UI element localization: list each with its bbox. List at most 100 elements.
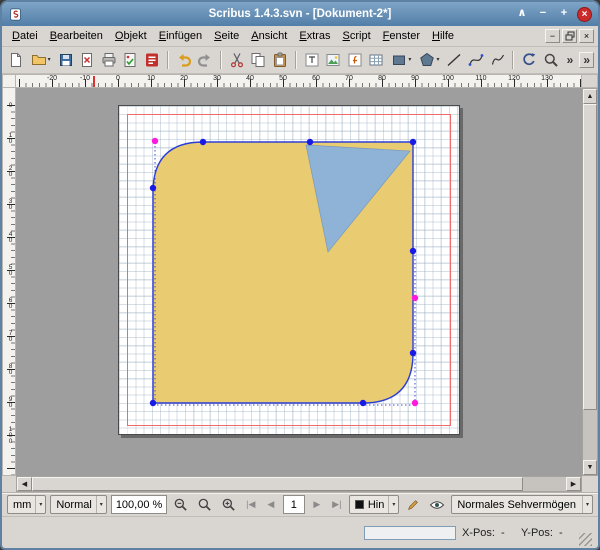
bezier-curve-icon <box>468 52 484 68</box>
vertical-ruler[interactable]: 0 10 20 30 40 50 60 70 80 90 100 <box>2 88 16 476</box>
unit-value: mm <box>13 499 31 511</box>
redo-button[interactable] <box>195 50 215 71</box>
copy-button[interactable] <box>249 50 269 71</box>
vision-mode-combobox[interactable]: Normales Sehvermögen ▾ <box>451 495 593 514</box>
control-point-handle[interactable] <box>152 138 158 144</box>
paste-button[interactable] <box>270 50 290 71</box>
node-handle[interactable] <box>307 139 313 145</box>
node-handle[interactable] <box>410 139 416 145</box>
menu-extras[interactable]: Extras <box>293 28 336 44</box>
unit-combobox[interactable]: mm ▾ <box>7 495 46 514</box>
ruler-corner[interactable] <box>2 74 16 88</box>
node-handle[interactable] <box>200 139 206 145</box>
scroll-down-button[interactable]: ▼ <box>583 460 597 475</box>
scroll-up-button[interactable]: ▲ <box>583 89 597 104</box>
dropdown-caret-icon: ▾ <box>582 496 589 513</box>
save-icon <box>58 52 74 68</box>
vertical-scroll-track[interactable] <box>583 104 597 460</box>
menu-objekt[interactable]: Objekt <box>109 28 153 44</box>
preflight-verifier-button[interactable] <box>121 50 141 71</box>
close-document-button[interactable] <box>77 50 97 71</box>
vertical-scroll-thumb[interactable] <box>583 104 597 410</box>
insert-freehand-button[interactable] <box>488 50 508 71</box>
window-menu-icon[interactable] <box>8 7 23 22</box>
dropdown-caret-icon: ▾ <box>408 57 411 63</box>
first-page-button[interactable]: |◀ <box>243 496 259 514</box>
layer-combobox[interactable]: Hin ▾ <box>349 495 400 514</box>
shade-button[interactable]: ∧ <box>514 6 530 22</box>
cut-button[interactable] <box>227 50 247 71</box>
insert-text-frame-button[interactable] <box>302 50 322 71</box>
v-ruler-label: 100 <box>4 426 14 444</box>
insert-table-button[interactable] <box>367 50 387 71</box>
node-handle[interactable] <box>150 185 156 191</box>
page-number-input[interactable] <box>283 495 305 514</box>
previous-page-button[interactable]: ◀ <box>263 496 279 514</box>
new-document-button[interactable] <box>6 50 26 71</box>
horizontal-scroll-track[interactable] <box>32 477 566 491</box>
document-canvas[interactable] <box>16 88 582 476</box>
save-as-pdf-button[interactable] <box>142 50 162 71</box>
node-handle[interactable] <box>410 350 416 356</box>
node-handle[interactable] <box>150 400 156 406</box>
zoom-default-button[interactable] <box>195 495 215 515</box>
quality-combobox[interactable]: Normal ▾ <box>50 495 106 514</box>
window-resize-grip[interactable] <box>579 533 592 546</box>
edit-layer-button[interactable] <box>403 495 423 515</box>
toolbar-overflow-button-2[interactable]: » <box>579 52 594 68</box>
preview-mode-button[interactable] <box>427 495 447 515</box>
menu-fenster[interactable]: Fenster <box>377 28 426 44</box>
undo-icon <box>176 52 192 68</box>
horizontal-scroll-thumb[interactable] <box>32 477 523 491</box>
rotate-item-button[interactable] <box>519 50 539 71</box>
menu-seite[interactable]: Seite <box>208 28 245 44</box>
zoom-tool-button[interactable] <box>541 50 561 71</box>
scroll-left-button[interactable]: ◀ <box>17 477 32 491</box>
save-document-button[interactable] <box>56 50 76 71</box>
toolbar-overflow-button[interactable]: » <box>563 52 578 68</box>
menu-einfuegen[interactable]: Einfügen <box>153 28 208 44</box>
menu-datei[interactable]: Datei <box>6 28 44 44</box>
scroll-right-button[interactable]: ▶ <box>566 477 581 491</box>
undo-button[interactable] <box>174 50 194 71</box>
zoom-out-button[interactable] <box>171 495 191 515</box>
maximize-button[interactable]: + <box>556 6 572 22</box>
insert-line-button[interactable] <box>445 50 465 71</box>
horizontal-scrollbar[interactable]: ◀ ▶ <box>16 476 582 492</box>
insert-shape-button[interactable]: ▾ <box>388 50 414 71</box>
open-document-button[interactable]: ▾ <box>28 50 54 71</box>
mdi-close-button[interactable]: × <box>579 29 594 43</box>
node-handle[interactable] <box>360 400 366 406</box>
open-document-icon <box>31 52 47 68</box>
next-page-button[interactable]: ▶ <box>309 496 325 514</box>
menu-hilfe[interactable]: Hilfe <box>426 28 460 44</box>
menu-ansicht[interactable]: Ansicht <box>245 28 293 44</box>
insert-polygon-button[interactable]: ▾ <box>416 50 442 71</box>
menu-bearbeiten[interactable]: Bearbeiten <box>44 28 109 44</box>
h-ruler-label: 0 <box>116 75 120 82</box>
close-button[interactable]: × <box>577 7 592 22</box>
vertical-scrollbar[interactable]: ▲ ▼ <box>582 88 598 476</box>
h-ruler-label: 90 <box>411 75 419 82</box>
mdi-minimize-button[interactable]: − <box>545 29 560 43</box>
rotate-icon <box>521 52 537 68</box>
mdi-restore-button[interactable] <box>562 29 577 43</box>
menu-script[interactable]: Script <box>337 28 377 44</box>
minimize-button[interactable]: − <box>535 6 551 22</box>
title-bar[interactable]: Scribus 1.4.3.svn - [Dokument-2*] ∧ − + … <box>2 2 598 26</box>
h-ruler-label: 50 <box>279 75 287 82</box>
zoom-level-input[interactable] <box>111 495 167 514</box>
control-point-handle[interactable] <box>412 295 418 301</box>
insert-render-frame-button[interactable] <box>345 50 365 71</box>
node-handle[interactable] <box>410 248 416 254</box>
zoom-in-button[interactable] <box>219 495 239 515</box>
info-bar: X-Pos: - Y-Pos: - <box>2 516 598 548</box>
v-ruler-label: 10 <box>4 132 14 144</box>
print-button[interactable] <box>99 50 119 71</box>
control-point-handle[interactable] <box>412 400 418 406</box>
horizontal-ruler[interactable]: -20 -10 0 10 20 30 40 50 60 70 80 90 100… <box>16 74 582 88</box>
last-page-button[interactable]: ▶| <box>329 496 345 514</box>
insert-bezier-button[interactable] <box>466 50 486 71</box>
insert-image-frame-button[interactable] <box>323 50 343 71</box>
progress-bar <box>364 526 456 540</box>
